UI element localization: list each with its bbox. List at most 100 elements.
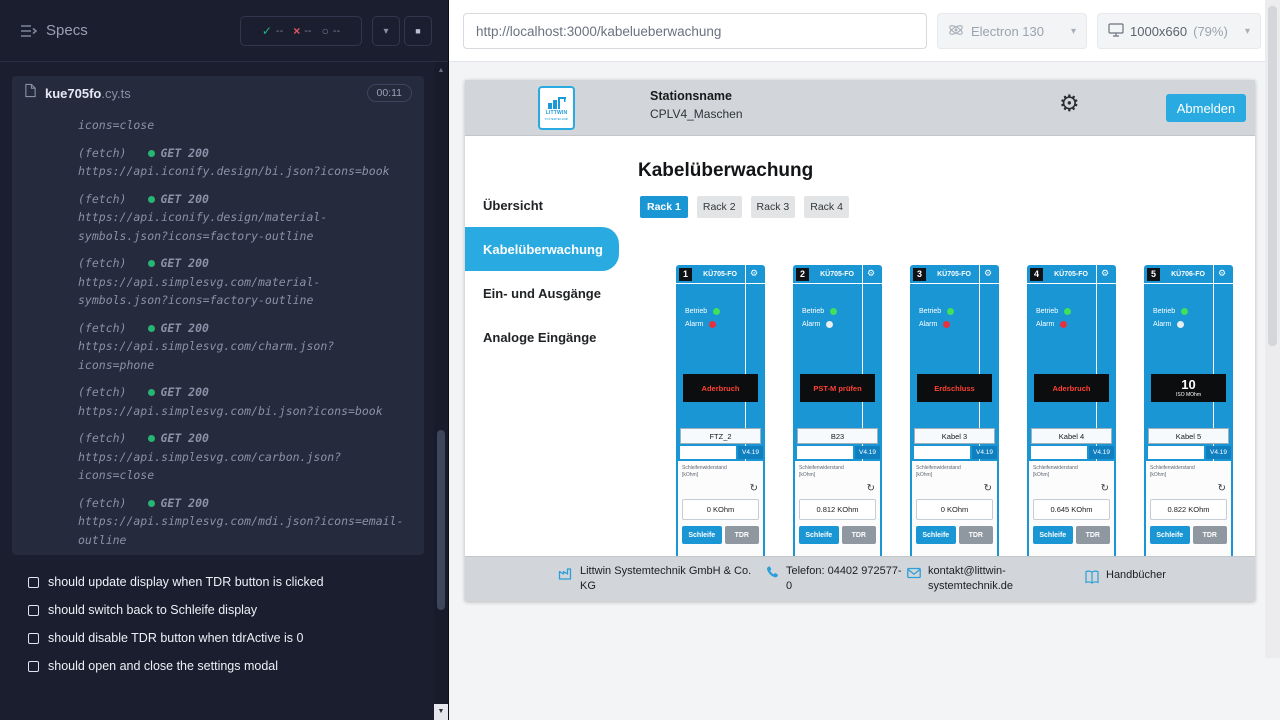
sidebar-item-ein-und-ausgaenge[interactable]: Ein- und Ausgänge xyxy=(465,271,635,315)
browser-name: Electron 130 xyxy=(971,24,1044,39)
log-entry[interactable]: (fetch)GET 200 https://api.simplesvg.com… xyxy=(78,254,410,310)
card-gear-icon[interactable]: ⚙ xyxy=(746,269,762,279)
refresh-icon[interactable]: ↻ xyxy=(1101,483,1109,494)
footer-phone[interactable]: Telefon: 04402 972577-0 xyxy=(765,564,906,593)
schleife-button[interactable]: Schleife xyxy=(799,526,839,544)
device-card: 4 KÜ705-FO ⚙ Betrieb Alarm Aderbruch Kab… xyxy=(1027,265,1116,556)
runner-scrollbar[interactable]: ▲ ▼ xyxy=(434,62,448,720)
scrollbar-thumb[interactable] xyxy=(1268,6,1277,346)
browser-select[interactable]: Electron 130 ▾ xyxy=(937,13,1087,49)
tab-rack-2[interactable]: Rack 2 xyxy=(697,196,742,218)
log-url: https://api.iconify.design/bi.json?icons… xyxy=(78,162,410,181)
page-title: Kabelüberwachung xyxy=(638,160,813,182)
log-entry[interactable]: (fetch)GET 200 https://api.simplesvg.com… xyxy=(78,383,410,420)
sidebar-item-analoge-eingaenge[interactable]: Analoge Eingänge xyxy=(465,315,635,359)
tab-rack-1[interactable]: Rack 1 xyxy=(640,196,688,218)
test-runner-panel: Specs ✓-- ×-- ○-- ▾ ■ kue705fo.cy.ts 00:… xyxy=(0,0,449,720)
schleife-button[interactable]: Schleife xyxy=(1150,526,1190,544)
schleife-button[interactable]: Schleife xyxy=(682,526,722,544)
aut-panel: Electron 130 ▾ 1000x660 (79%) ▾ LITTWIN … xyxy=(449,0,1280,720)
device-card: 1 KÜ705-FO ⚙ Betrieb Alarm Aderbruch FTZ… xyxy=(676,265,765,556)
cable-name-field[interactable]: Kabel 5 xyxy=(1148,428,1229,444)
log-status: GET 200 xyxy=(160,431,208,445)
test-item[interactable]: should disable TDR button when tdrActive… xyxy=(0,624,434,652)
chevron-down-icon: ▾ xyxy=(1245,26,1250,37)
version-row: V4.19 xyxy=(1144,446,1233,459)
log-entry[interactable]: (fetch)GET 200 https://api.iconify.desig… xyxy=(78,190,410,246)
cable-name-field[interactable]: B23 xyxy=(797,428,878,444)
version-row: V4.19 xyxy=(910,446,999,459)
viewport-select[interactable]: 1000x660 (79%) ▾ xyxy=(1097,13,1261,49)
measurement-panel: Schleifenwiderstand [kOhm] ↻ 0.812 KOhm … xyxy=(795,461,880,556)
scroll-up-icon[interactable]: ▲ xyxy=(434,64,448,78)
schleife-button[interactable]: Schleife xyxy=(916,526,956,544)
measurement-label: Schleifenwiderstand [kOhm] xyxy=(682,465,740,478)
scroll-down-icon[interactable]: ▼ xyxy=(434,704,448,720)
cable-name-field[interactable]: Kabel 4 xyxy=(1031,428,1112,444)
version-row: V4.19 xyxy=(676,446,765,459)
app-area: LITTWIN SYSTEMTECHNIK Stationsname CPLV4… xyxy=(449,62,1280,720)
card-gear-icon[interactable]: ⚙ xyxy=(1214,269,1230,279)
stop-button[interactable]: ■ xyxy=(404,16,432,46)
spec-file-icon xyxy=(24,83,37,103)
log-status: GET 200 xyxy=(160,256,208,270)
test-state-icon xyxy=(28,605,39,616)
cable-name-field[interactable]: FTZ_2 xyxy=(680,428,761,444)
collapse-button[interactable]: ▾ xyxy=(372,16,400,46)
command-log: icons=close (fetch)GET 200 https://api.i… xyxy=(12,110,424,549)
tdr-button[interactable]: TDR xyxy=(1076,526,1110,544)
schleife-button[interactable]: Schleife xyxy=(1033,526,1073,544)
success-dot-icon xyxy=(148,196,155,203)
success-dot-icon xyxy=(148,435,155,442)
logout-button[interactable]: Abmelden xyxy=(1166,94,1246,122)
status-display: Aderbruch xyxy=(1034,374,1109,402)
test-item[interactable]: should update display when TDR button is… xyxy=(0,568,434,596)
tab-rack-4[interactable]: Rack 4 xyxy=(804,196,849,218)
card-gear-icon[interactable]: ⚙ xyxy=(863,269,879,279)
alarm-led xyxy=(943,321,950,328)
sidebar-item-kabelueberwachung[interactable]: Kabelüberwachung xyxy=(465,227,619,271)
tdr-button[interactable]: TDR xyxy=(725,526,759,544)
footer-company[interactable]: Littwin Systemtechnik GmbH & Co. KG xyxy=(558,564,765,593)
log-entry[interactable]: (fetch)GET 200 https://api.simplesvg.com… xyxy=(78,319,410,375)
tdr-button[interactable]: TDR xyxy=(959,526,993,544)
refresh-icon[interactable]: ↻ xyxy=(750,483,758,494)
measurement-label: Schleifenwiderstand [kOhm] xyxy=(1150,465,1208,478)
footer-manuals[interactable]: Handbücher xyxy=(1084,568,1166,590)
refresh-icon[interactable]: ↻ xyxy=(1218,483,1226,494)
alarm-led xyxy=(1060,321,1067,328)
expand-specs-icon[interactable] xyxy=(20,24,38,43)
scrollbar-thumb[interactable] xyxy=(437,430,445,610)
alarm-led xyxy=(826,321,833,328)
settings-gear-icon[interactable]: ⚙ xyxy=(1059,93,1080,116)
log-tag: (fetch) xyxy=(78,496,126,510)
cable-name-field[interactable]: Kabel 3 xyxy=(914,428,995,444)
alarm-label: Alarm xyxy=(1153,321,1171,328)
spec-header[interactable]: kue705fo.cy.ts 00:11 xyxy=(12,76,424,110)
app-scrollbar[interactable] xyxy=(1265,0,1280,658)
alarm-label: Alarm xyxy=(919,321,937,328)
tdr-button[interactable]: TDR xyxy=(1193,526,1227,544)
betrieb-label: Betrieb xyxy=(685,308,707,315)
measurement-label: Schleifenwiderstand [kOhm] xyxy=(799,465,857,478)
card-gear-icon[interactable]: ⚙ xyxy=(980,269,996,279)
url-input[interactable] xyxy=(463,13,927,49)
logo-crane-icon xyxy=(547,96,567,109)
card-gear-icon[interactable]: ⚙ xyxy=(1097,269,1113,279)
tab-rack-3[interactable]: Rack 3 xyxy=(751,196,796,218)
log-url: https://api.simplesvg.com/mdi.json?icons… xyxy=(78,512,410,549)
test-item[interactable]: should switch back to Schleife display xyxy=(0,596,434,624)
station-label: Stationsname xyxy=(650,89,743,103)
log-status: GET 200 xyxy=(160,192,208,206)
test-item[interactable]: should open and close the settings modal xyxy=(0,652,434,680)
sidebar-item-uebersicht[interactable]: Übersicht xyxy=(465,183,635,227)
log-entry[interactable]: (fetch)GET 200 https://api.simplesvg.com… xyxy=(78,494,410,550)
log-entry[interactable]: (fetch)GET 200 https://api.simplesvg.com… xyxy=(78,429,410,485)
refresh-icon[interactable]: ↻ xyxy=(867,483,875,494)
footer-email[interactable]: kontakt@littwin-systemtechnik.de xyxy=(906,564,1046,593)
circle-icon: ○ xyxy=(322,25,329,37)
tdr-button[interactable]: TDR xyxy=(842,526,876,544)
log-entry[interactable]: (fetch)GET 200 https://api.iconify.desig… xyxy=(78,144,410,181)
refresh-icon[interactable]: ↻ xyxy=(984,483,992,494)
device-model: KÜ705-FO xyxy=(694,271,746,278)
